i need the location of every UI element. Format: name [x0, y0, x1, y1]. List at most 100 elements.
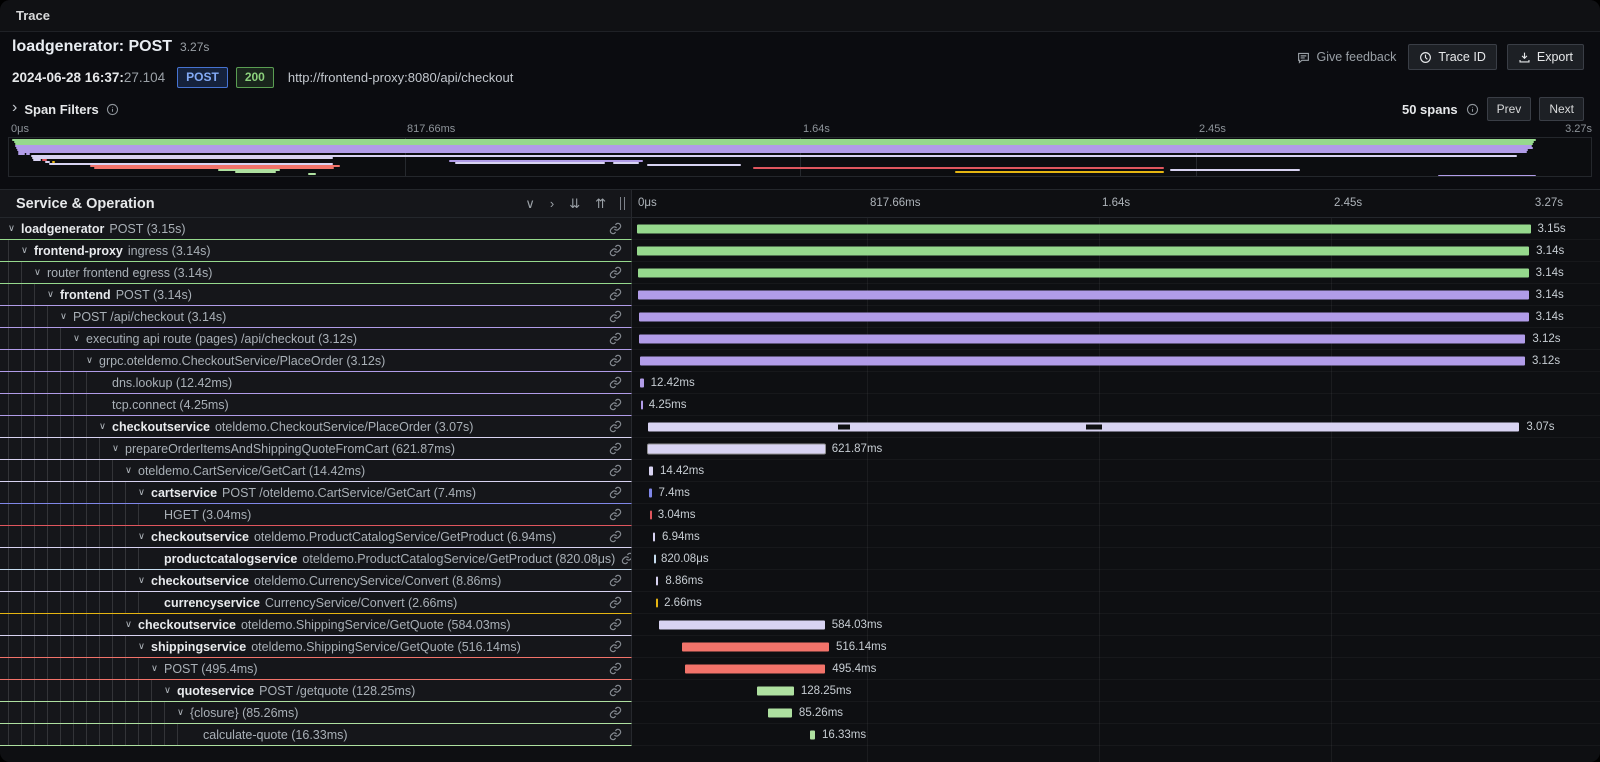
- span-bar-cell[interactable]: 3.12s: [632, 350, 1600, 372]
- trace-id-button[interactable]: Trace ID: [1408, 44, 1496, 70]
- span-row[interactable]: calculate-quote (16.33ms)16.33ms: [0, 724, 1600, 746]
- span-bar-cell[interactable]: 85.26ms: [632, 702, 1600, 724]
- span-bar[interactable]: [639, 312, 1529, 321]
- span-row[interactable]: ∨shippingserviceoteldemo.ShippingService…: [0, 636, 1600, 658]
- chevron-down-icon[interactable]: ∨: [73, 333, 86, 344]
- span-bar[interactable]: [637, 224, 1531, 233]
- span-name-cell[interactable]: calculate-quote (16.33ms): [0, 724, 632, 746]
- span-bar[interactable]: [641, 400, 643, 409]
- link-icon[interactable]: [603, 486, 631, 499]
- span-bar[interactable]: [640, 378, 644, 387]
- link-icon[interactable]: [603, 596, 631, 609]
- span-bar[interactable]: [640, 356, 1525, 365]
- span-bar-cell[interactable]: 584.03ms: [632, 614, 1600, 636]
- span-bar[interactable]: [768, 708, 792, 717]
- span-bar[interactable]: [648, 444, 824, 453]
- span-row[interactable]: ∨loadgeneratorPOST (3.15s)3.15s: [0, 218, 1600, 240]
- span-row[interactable]: ∨prepareOrderItemsAndShippingQuoteFromCa…: [0, 438, 1600, 460]
- span-bar[interactable]: [685, 664, 826, 673]
- chevron-down-icon[interactable]: ∨: [138, 487, 151, 498]
- link-icon[interactable]: [615, 552, 632, 565]
- span-bar-cell[interactable]: 3.12s: [632, 328, 1600, 350]
- link-icon[interactable]: [603, 420, 631, 433]
- prev-button[interactable]: Prev: [1487, 97, 1532, 121]
- link-icon[interactable]: [603, 464, 631, 477]
- span-row[interactable]: ∨router frontend egress (3.14s)3.14s: [0, 262, 1600, 284]
- span-bar-cell[interactable]: 820.08μs: [632, 548, 1600, 570]
- span-row[interactable]: ∨{closure} (85.26ms)85.26ms: [0, 702, 1600, 724]
- span-bar[interactable]: [682, 642, 829, 651]
- span-name-cell[interactable]: ∨POST /api/checkout (3.14s): [0, 306, 632, 328]
- span-bar-cell[interactable]: 4.25ms: [632, 394, 1600, 416]
- span-bar[interactable]: [650, 510, 652, 519]
- span-bar-cell[interactable]: 16.33ms: [632, 724, 1600, 746]
- column-resizer[interactable]: [620, 197, 625, 210]
- span-name-cell[interactable]: HGET (3.04ms): [0, 504, 632, 526]
- span-name-cell[interactable]: ∨grpc.oteldemo.CheckoutService/PlaceOrde…: [0, 350, 632, 372]
- span-bar-cell[interactable]: 12.42ms: [632, 372, 1600, 394]
- span-bar-cell[interactable]: 3.14s: [632, 284, 1600, 306]
- link-icon[interactable]: [603, 530, 631, 543]
- collapse-one-icon[interactable]: ∨: [525, 197, 535, 210]
- span-row[interactable]: ∨checkoutserviceoteldemo.CheckoutService…: [0, 416, 1600, 438]
- span-name-cell[interactable]: ∨frontend-proxyingress (3.14s): [0, 240, 632, 262]
- span-name-cell[interactable]: ∨loadgeneratorPOST (3.15s): [0, 218, 632, 240]
- span-bar-cell[interactable]: 14.42ms: [632, 460, 1600, 482]
- span-name-cell[interactable]: ∨{closure} (85.26ms): [0, 702, 632, 724]
- span-bar-cell[interactable]: 6.94ms: [632, 526, 1600, 548]
- chevron-down-icon[interactable]: ∨: [86, 355, 99, 366]
- expand-all-icon[interactable]: ⇈: [595, 197, 606, 210]
- span-bar-cell[interactable]: 3.04ms: [632, 504, 1600, 526]
- chevron-down-icon[interactable]: ∨: [47, 289, 60, 300]
- link-icon[interactable]: [603, 222, 631, 235]
- span-row[interactable]: dns.lookup (12.42ms)12.42ms: [0, 372, 1600, 394]
- link-icon[interactable]: [603, 728, 631, 741]
- span-name-cell[interactable]: ∨oteldemo.CartService/GetCart (14.42ms): [0, 460, 632, 482]
- span-bar[interactable]: [757, 686, 793, 695]
- span-bar[interactable]: [637, 246, 1529, 255]
- span-name-cell[interactable]: ∨router frontend egress (3.14s): [0, 262, 632, 284]
- span-bar[interactable]: [656, 576, 659, 585]
- span-row[interactable]: currencyserviceCurrencyService/Convert (…: [0, 592, 1600, 614]
- chevron-down-icon[interactable]: ∨: [138, 575, 151, 586]
- chevron-down-icon[interactable]: ∨: [138, 531, 151, 542]
- chevron-down-icon[interactable]: ∨: [151, 663, 164, 674]
- chevron-down-icon[interactable]: ∨: [125, 465, 138, 476]
- link-icon[interactable]: [603, 618, 631, 631]
- link-icon[interactable]: [603, 662, 631, 675]
- span-bar[interactable]: [638, 268, 1529, 277]
- link-icon[interactable]: [603, 376, 631, 389]
- expand-one-icon[interactable]: ›: [550, 197, 554, 210]
- info-icon[interactable]: [1466, 103, 1479, 116]
- span-bar[interactable]: [659, 620, 825, 629]
- span-name-cell[interactable]: currencyserviceCurrencyService/Convert (…: [0, 592, 632, 614]
- span-row[interactable]: ∨checkoutserviceoteldemo.ShippingService…: [0, 614, 1600, 636]
- give-feedback-link[interactable]: Give feedback: [1297, 44, 1396, 70]
- span-name-cell[interactable]: ∨checkoutserviceoteldemo.ProductCatalogS…: [0, 526, 632, 548]
- link-icon[interactable]: [603, 310, 631, 323]
- span-bar[interactable]: [653, 532, 655, 541]
- span-name-cell[interactable]: ∨POST (495.4ms): [0, 658, 632, 680]
- span-bar-cell[interactable]: 3.15s: [632, 218, 1600, 240]
- collapse-all-icon[interactable]: ⇊: [569, 197, 580, 210]
- span-bar[interactable]: [648, 422, 1519, 431]
- span-bar-cell[interactable]: 8.86ms: [632, 570, 1600, 592]
- span-row[interactable]: ∨frontend-proxyingress (3.14s)3.14s: [0, 240, 1600, 262]
- span-bar-cell[interactable]: 495.4ms: [632, 658, 1600, 680]
- link-icon[interactable]: [603, 706, 631, 719]
- chevron-down-icon[interactable]: ∨: [138, 641, 151, 652]
- chevron-down-icon[interactable]: ∨: [164, 685, 177, 696]
- span-bar[interactable]: [638, 290, 1528, 299]
- span-row[interactable]: ∨oteldemo.CartService/GetCart (14.42ms)1…: [0, 460, 1600, 482]
- span-name-cell[interactable]: ∨quoteservicePOST /getquote (128.25ms): [0, 680, 632, 702]
- span-name-cell[interactable]: dns.lookup (12.42ms): [0, 372, 632, 394]
- span-bar-cell[interactable]: 3.14s: [632, 262, 1600, 284]
- link-icon[interactable]: [603, 684, 631, 697]
- span-name-cell[interactable]: ∨executing api route (pages) /api/checko…: [0, 328, 632, 350]
- span-name-cell[interactable]: ∨checkoutserviceoteldemo.CheckoutService…: [0, 416, 632, 438]
- link-icon[interactable]: [603, 574, 631, 587]
- chevron-down-icon[interactable]: ∨: [60, 311, 73, 322]
- chevron-down-icon[interactable]: ∨: [99, 421, 112, 432]
- chevron-down-icon[interactable]: ∨: [8, 223, 21, 234]
- link-icon[interactable]: [603, 442, 631, 455]
